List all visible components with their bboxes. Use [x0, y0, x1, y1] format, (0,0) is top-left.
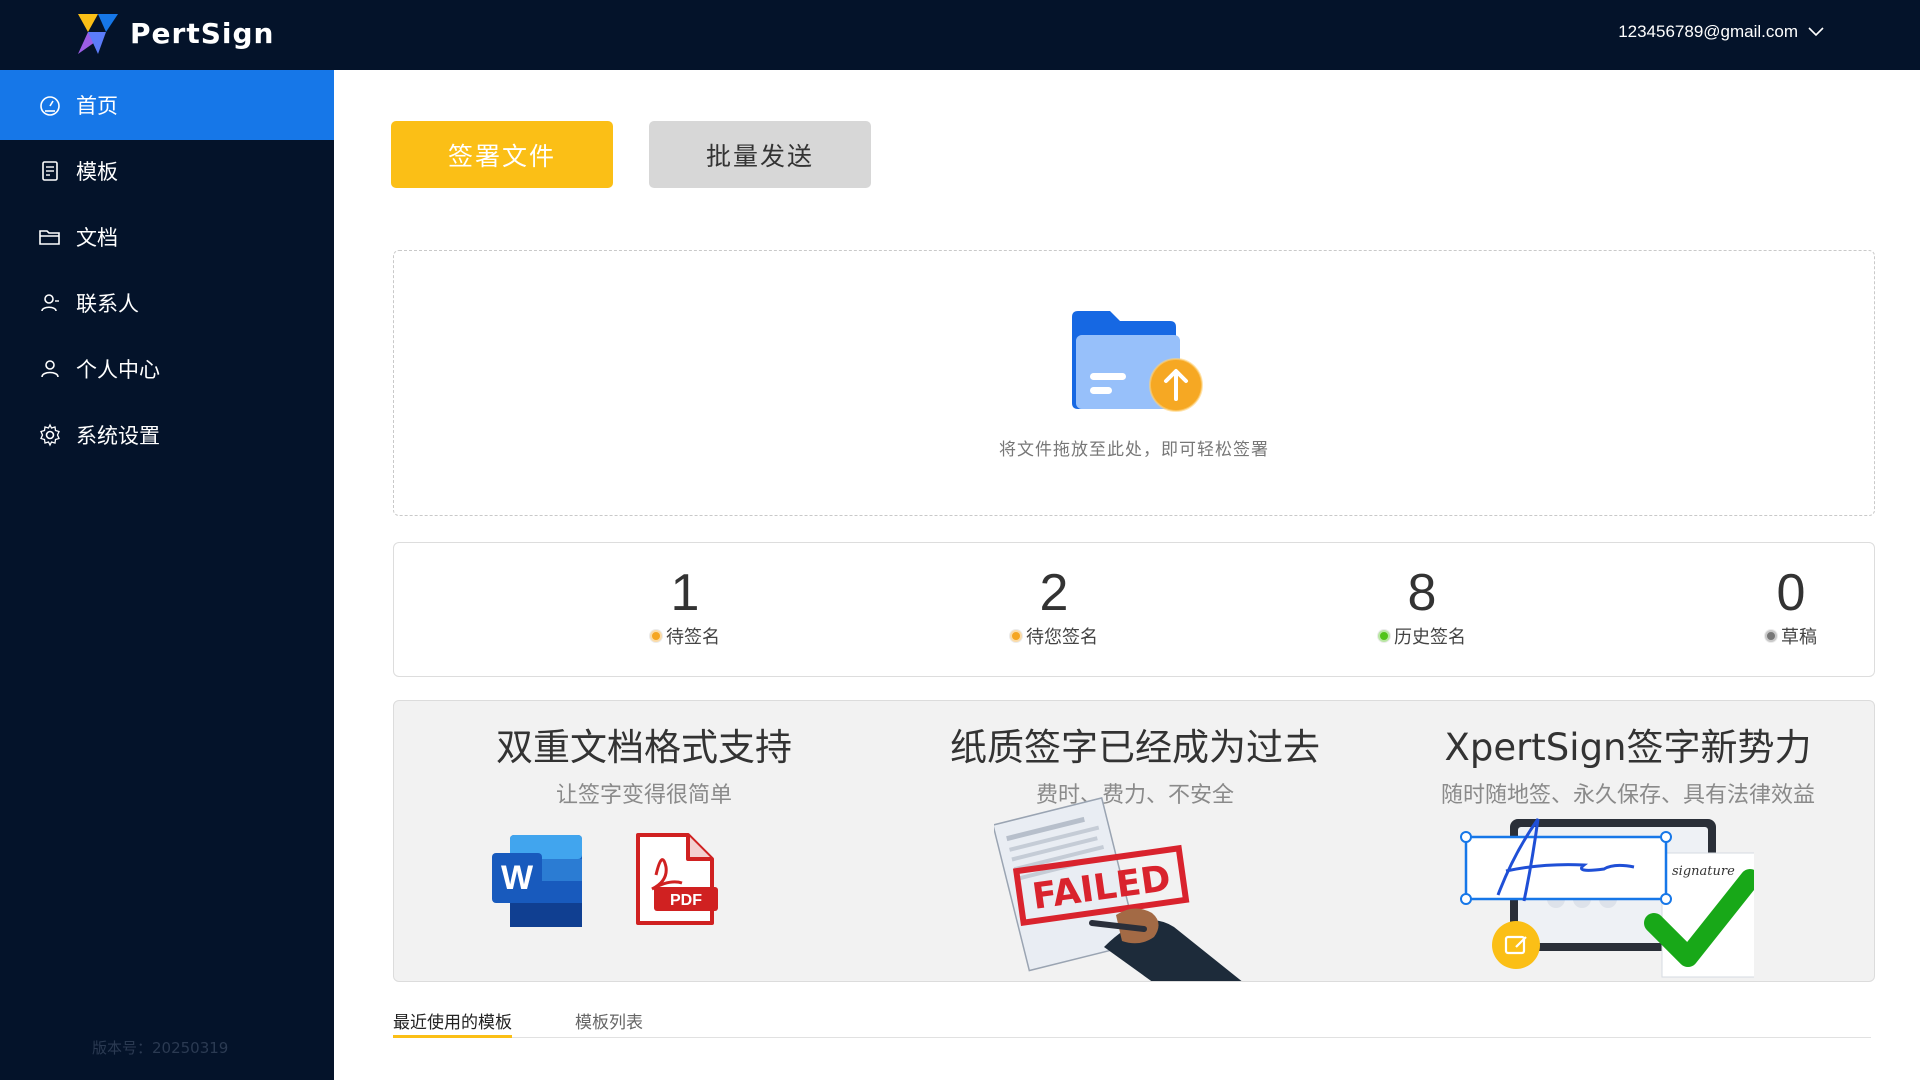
stat-label: 待您签名	[1026, 627, 1098, 648]
stat-value: 8	[1407, 564, 1437, 622]
logo[interactable]: PertSign	[76, 10, 274, 56]
sidebar-item-label: 文档	[76, 226, 118, 250]
sidebar-item-label: 联系人	[76, 292, 139, 316]
status-dot-icon	[650, 630, 662, 642]
word-file-icon: W	[492, 835, 582, 927]
svg-text:PDF: PDF	[670, 892, 702, 909]
stat-label-row: 待签名	[585, 623, 785, 649]
sidebar-item-home[interactable]: 首页	[0, 70, 334, 140]
user-email: 123456789@gmail.com	[1618, 22, 1798, 41]
user-icon	[41, 360, 59, 378]
folder-icon	[39, 230, 60, 245]
sidebar-item-profile[interactable]: 个人中心	[0, 334, 334, 404]
logo-icon	[78, 14, 118, 54]
promo-xpertsign: XpertSign签字新势力 随时随地签、永久保存、具有法律效益	[1388, 725, 1868, 809]
stat-pending[interactable]: 1 待签名	[585, 565, 785, 649]
sidebar-item-settings[interactable]: 系统设置	[0, 400, 334, 470]
folder-upload-icon	[1072, 311, 1203, 412]
sign-document-button[interactable]: 签署文件	[391, 121, 613, 188]
stats-panel: 1 待签名 2 待您签名 8 历史签名 0 草稿	[393, 542, 1875, 677]
stat-label-row: 历史签名	[1322, 623, 1522, 649]
logo-text: PertSign	[130, 16, 275, 50]
promo-subtitle: 让签字变得很简单	[555, 783, 732, 808]
stat-value: 2	[1039, 564, 1069, 622]
sidebar-item-templates[interactable]: 模板	[0, 136, 334, 206]
sidebar-item-label: 系统设置	[76, 424, 160, 448]
template-tabs: 最近使用的模板 模板列表	[393, 1002, 1871, 1038]
stat-label: 待签名	[666, 627, 720, 648]
promo-subtitle: 随时随地签、永久保存、具有法律效益	[1440, 783, 1815, 808]
stat-label-row: 待您签名	[954, 623, 1154, 649]
file-drop-zone[interactable]: 将文件拖放至此处，即可轻松签署	[393, 250, 1875, 516]
promo-formats: 双重文档格式支持 让签字变得很简单	[404, 725, 884, 809]
status-dot-icon	[1765, 630, 1777, 642]
stat-label-row: 草稿	[1691, 623, 1891, 649]
sidebar-item-contacts[interactable]: 联系人	[0, 268, 334, 338]
gear-icon	[40, 423, 60, 447]
version-label: 版本号：20250319	[92, 1039, 229, 1057]
sidebar-item-documents[interactable]: 文档	[0, 202, 334, 272]
drop-hint: 将文件拖放至此处，即可轻松签署	[999, 440, 1269, 460]
promo-title: 双重文档格式支持	[496, 726, 792, 769]
digital-signature-illustration: signature	[1460, 818, 1754, 978]
chevron-down-icon	[1808, 27, 1824, 37]
svg-text:signature: signature	[1672, 864, 1735, 879]
tab-recent-templates[interactable]: 最近使用的模板	[393, 1008, 512, 1038]
sidebar-item-label: 首页	[76, 94, 118, 118]
template-icon	[42, 161, 58, 181]
status-dot-icon	[1010, 630, 1022, 642]
sidebar-item-label: 个人中心	[76, 358, 160, 382]
sidebar-item-label: 模板	[76, 160, 118, 184]
failed-paper-signing-illustration: FAILED	[994, 797, 1242, 981]
promo-banner: 双重文档格式支持 让签字变得很简单 W PDF 纸质签字已经成为过去 费时、费力…	[393, 700, 1875, 982]
stat-drafts[interactable]: 0 草稿	[1691, 565, 1891, 649]
stat-value: 0	[1776, 564, 1806, 622]
stat-awaiting-you[interactable]: 2 待您签名	[954, 565, 1154, 649]
contact-icon	[41, 294, 59, 312]
svg-text:W: W	[501, 859, 534, 897]
stat-history[interactable]: 8 历史签名	[1322, 565, 1522, 649]
stat-label: 历史签名	[1394, 627, 1466, 648]
pdf-file-icon: PDF	[636, 833, 718, 925]
dashboard-icon	[40, 96, 60, 116]
batch-send-button[interactable]: 批量发送	[649, 121, 871, 188]
top-bar: PertSign 123456789@gmail.com	[0, 0, 1920, 70]
status-dot-icon	[1378, 630, 1390, 642]
tab-template-list[interactable]: 模板列表	[575, 1008, 643, 1038]
stat-label: 草稿	[1781, 627, 1817, 648]
sidebar: 首页 模板 文档 联系人 个人中心 系统设置 版本号：20250319	[0, 70, 334, 1080]
promo-title: XpertSign签字新势力	[1444, 726, 1812, 769]
user-account-menu[interactable]: 123456789@gmail.com	[1618, 22, 1824, 42]
stat-value: 1	[670, 564, 700, 622]
promo-title: 纸质签字已经成为过去	[950, 726, 1320, 769]
